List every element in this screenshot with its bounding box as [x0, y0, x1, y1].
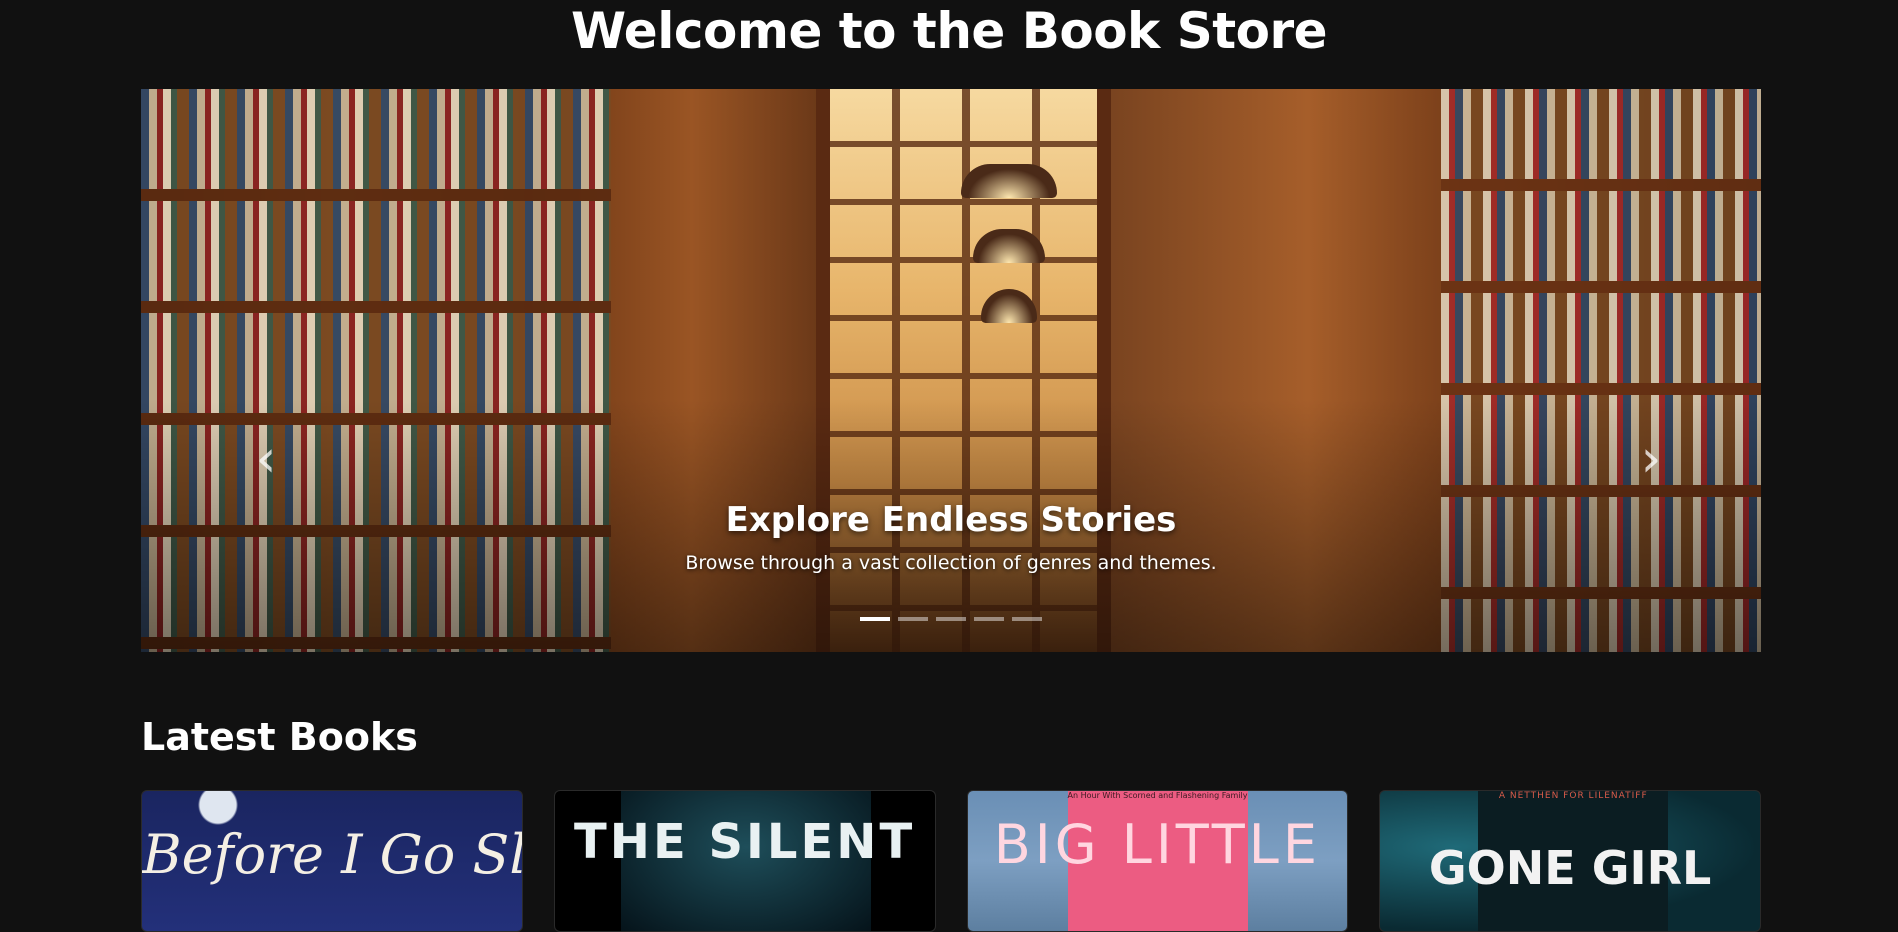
chevron-left-icon: ‹ — [255, 429, 277, 489]
carousel-next-button[interactable]: › — [1631, 424, 1671, 494]
carousel-caption: Explore Endless Stories Browse through a… — [141, 499, 1761, 577]
book-cover-title: THE SILENT — [574, 814, 916, 870]
book-cover-title: GONE GIRL — [1428, 841, 1712, 895]
latest-books-grid: Before I Go Sleep THE SILENT An Hour Wit… — [141, 790, 1761, 932]
carousel-indicators — [141, 617, 1761, 621]
page-title: Welcome to the Book Store — [570, 2, 1328, 60]
carousel-prev-button[interactable]: ‹ — [246, 424, 286, 494]
hero-carousel: ‹ › Explore Endless Stories Browse throu… — [141, 89, 1761, 652]
chevron-right-icon: › — [1640, 429, 1662, 489]
book-cover-title: Before I Go Sleep — [142, 823, 523, 886]
carousel-caption-title: Explore Endless Stories — [725, 500, 1177, 540]
book-card[interactable]: Before I Go Sleep — [141, 790, 523, 932]
book-cover-tagline: A NETTHEN FOR LILENATIFF — [1498, 791, 1648, 801]
carousel-indicator[interactable] — [1012, 617, 1042, 621]
latest-books-heading: Latest Books — [141, 715, 418, 759]
book-card[interactable]: An Hour With Scorned and Flashening Fami… — [966, 790, 1349, 932]
carousel-indicator[interactable] — [936, 617, 966, 621]
book-cover-tagline: An Hour With Scorned and Flashening Fami… — [1067, 791, 1248, 800]
carousel-indicator[interactable] — [860, 617, 890, 621]
book-card[interactable]: A NETTHEN FOR LILENATIFF GONE GIRL — [1379, 790, 1761, 932]
carousel-caption-text: Browse through a vast collection of genr… — [685, 552, 1217, 574]
book-card[interactable]: THE SILENT — [553, 790, 936, 932]
carousel-indicator[interactable] — [974, 617, 1004, 621]
carousel-indicator[interactable] — [898, 617, 928, 621]
book-cover-title: BIG LITTLE — [993, 813, 1321, 876]
